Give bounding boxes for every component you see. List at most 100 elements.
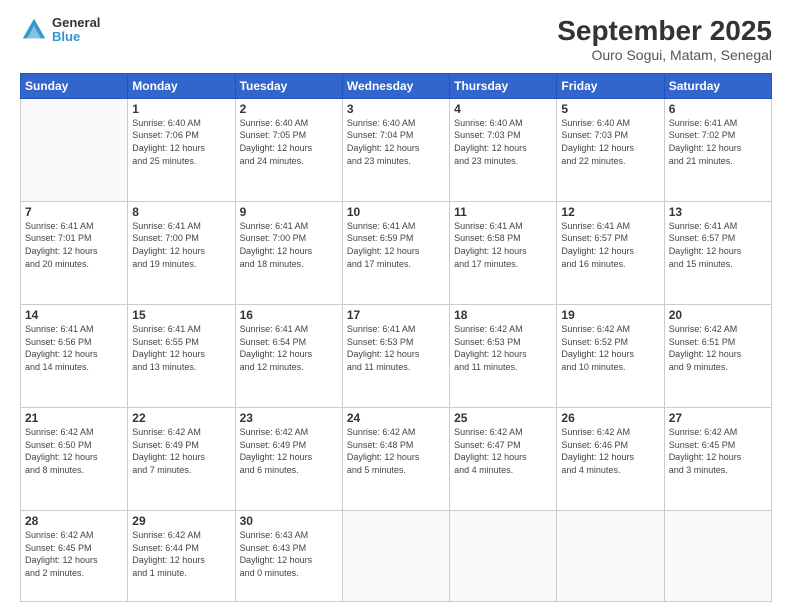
- day-number: 1: [132, 102, 230, 116]
- calendar-cell: 26Sunrise: 6:42 AM Sunset: 6:46 PM Dayli…: [557, 407, 664, 510]
- day-info: Sunrise: 6:41 AM Sunset: 7:02 PM Dayligh…: [669, 117, 767, 167]
- calendar-cell: 15Sunrise: 6:41 AM Sunset: 6:55 PM Dayli…: [128, 304, 235, 407]
- day-number: 4: [454, 102, 552, 116]
- day-number: 26: [561, 411, 659, 425]
- week-row-0: 1Sunrise: 6:40 AM Sunset: 7:06 PM Daylig…: [21, 98, 772, 201]
- day-info: Sunrise: 6:42 AM Sunset: 6:53 PM Dayligh…: [454, 323, 552, 373]
- day-number: 19: [561, 308, 659, 322]
- day-info: Sunrise: 6:42 AM Sunset: 6:48 PM Dayligh…: [347, 426, 445, 476]
- day-info: Sunrise: 6:41 AM Sunset: 6:58 PM Dayligh…: [454, 220, 552, 270]
- calendar-header: SundayMondayTuesdayWednesdayThursdayFrid…: [21, 73, 772, 98]
- calendar-cell: 6Sunrise: 6:41 AM Sunset: 7:02 PM Daylig…: [664, 98, 771, 201]
- calendar-cell: [557, 511, 664, 602]
- calendar-cell: 3Sunrise: 6:40 AM Sunset: 7:04 PM Daylig…: [342, 98, 449, 201]
- logo-line2: Blue: [52, 30, 100, 44]
- header: General Blue September 2025 Ouro Sogui, …: [20, 16, 772, 63]
- calendar-cell: 8Sunrise: 6:41 AM Sunset: 7:00 PM Daylig…: [128, 201, 235, 304]
- day-info: Sunrise: 6:41 AM Sunset: 6:53 PM Dayligh…: [347, 323, 445, 373]
- day-header-friday: Friday: [557, 73, 664, 98]
- calendar-cell: 13Sunrise: 6:41 AM Sunset: 6:57 PM Dayli…: [664, 201, 771, 304]
- day-number: 29: [132, 514, 230, 528]
- calendar-cell: 29Sunrise: 6:42 AM Sunset: 6:44 PM Dayli…: [128, 511, 235, 602]
- calendar-table: SundayMondayTuesdayWednesdayThursdayFrid…: [20, 73, 772, 602]
- day-number: 7: [25, 205, 123, 219]
- day-info: Sunrise: 6:42 AM Sunset: 6:45 PM Dayligh…: [25, 529, 123, 579]
- day-number: 15: [132, 308, 230, 322]
- day-info: Sunrise: 6:40 AM Sunset: 7:03 PM Dayligh…: [454, 117, 552, 167]
- day-header-tuesday: Tuesday: [235, 73, 342, 98]
- day-info: Sunrise: 6:41 AM Sunset: 6:56 PM Dayligh…: [25, 323, 123, 373]
- day-info: Sunrise: 6:40 AM Sunset: 7:04 PM Dayligh…: [347, 117, 445, 167]
- calendar-cell: 12Sunrise: 6:41 AM Sunset: 6:57 PM Dayli…: [557, 201, 664, 304]
- calendar-cell: 2Sunrise: 6:40 AM Sunset: 7:05 PM Daylig…: [235, 98, 342, 201]
- week-row-3: 21Sunrise: 6:42 AM Sunset: 6:50 PM Dayli…: [21, 407, 772, 510]
- day-info: Sunrise: 6:43 AM Sunset: 6:43 PM Dayligh…: [240, 529, 338, 579]
- day-number: 22: [132, 411, 230, 425]
- calendar-cell: 20Sunrise: 6:42 AM Sunset: 6:51 PM Dayli…: [664, 304, 771, 407]
- calendar-cell: [342, 511, 449, 602]
- week-row-2: 14Sunrise: 6:41 AM Sunset: 6:56 PM Dayli…: [21, 304, 772, 407]
- logo-text: General Blue: [52, 16, 100, 45]
- day-number: 5: [561, 102, 659, 116]
- calendar-cell: 5Sunrise: 6:40 AM Sunset: 7:03 PM Daylig…: [557, 98, 664, 201]
- day-info: Sunrise: 6:40 AM Sunset: 7:03 PM Dayligh…: [561, 117, 659, 167]
- day-info: Sunrise: 6:42 AM Sunset: 6:50 PM Dayligh…: [25, 426, 123, 476]
- logo-icon: [20, 16, 48, 44]
- title-block: September 2025 Ouro Sogui, Matam, Senega…: [557, 16, 772, 63]
- calendar-cell: [450, 511, 557, 602]
- day-info: Sunrise: 6:42 AM Sunset: 6:44 PM Dayligh…: [132, 529, 230, 579]
- day-info: Sunrise: 6:41 AM Sunset: 6:57 PM Dayligh…: [669, 220, 767, 270]
- day-header-sunday: Sunday: [21, 73, 128, 98]
- logo-line1: General: [52, 16, 100, 30]
- day-info: Sunrise: 6:42 AM Sunset: 6:45 PM Dayligh…: [669, 426, 767, 476]
- day-number: 16: [240, 308, 338, 322]
- page-subtitle: Ouro Sogui, Matam, Senegal: [557, 47, 772, 63]
- day-info: Sunrise: 6:40 AM Sunset: 7:06 PM Dayligh…: [132, 117, 230, 167]
- day-info: Sunrise: 6:41 AM Sunset: 7:00 PM Dayligh…: [132, 220, 230, 270]
- calendar-cell: 9Sunrise: 6:41 AM Sunset: 7:00 PM Daylig…: [235, 201, 342, 304]
- page-title: September 2025: [557, 16, 772, 47]
- day-info: Sunrise: 6:41 AM Sunset: 6:54 PM Dayligh…: [240, 323, 338, 373]
- calendar-cell: 30Sunrise: 6:43 AM Sunset: 6:43 PM Dayli…: [235, 511, 342, 602]
- calendar-cell: 16Sunrise: 6:41 AM Sunset: 6:54 PM Dayli…: [235, 304, 342, 407]
- day-number: 24: [347, 411, 445, 425]
- week-row-1: 7Sunrise: 6:41 AM Sunset: 7:01 PM Daylig…: [21, 201, 772, 304]
- day-number: 10: [347, 205, 445, 219]
- day-header-wednesday: Wednesday: [342, 73, 449, 98]
- day-number: 28: [25, 514, 123, 528]
- day-number: 3: [347, 102, 445, 116]
- day-info: Sunrise: 6:41 AM Sunset: 6:57 PM Dayligh…: [561, 220, 659, 270]
- week-row-4: 28Sunrise: 6:42 AM Sunset: 6:45 PM Dayli…: [21, 511, 772, 602]
- calendar-cell: 1Sunrise: 6:40 AM Sunset: 7:06 PM Daylig…: [128, 98, 235, 201]
- day-number: 9: [240, 205, 338, 219]
- day-number: 6: [669, 102, 767, 116]
- day-number: 25: [454, 411, 552, 425]
- day-number: 30: [240, 514, 338, 528]
- day-header-saturday: Saturday: [664, 73, 771, 98]
- calendar-cell: 23Sunrise: 6:42 AM Sunset: 6:49 PM Dayli…: [235, 407, 342, 510]
- calendar-cell: 11Sunrise: 6:41 AM Sunset: 6:58 PM Dayli…: [450, 201, 557, 304]
- day-number: 12: [561, 205, 659, 219]
- calendar-body: 1Sunrise: 6:40 AM Sunset: 7:06 PM Daylig…: [21, 98, 772, 601]
- day-info: Sunrise: 6:41 AM Sunset: 7:01 PM Dayligh…: [25, 220, 123, 270]
- calendar-cell: 27Sunrise: 6:42 AM Sunset: 6:45 PM Dayli…: [664, 407, 771, 510]
- day-number: 14: [25, 308, 123, 322]
- calendar-cell: 17Sunrise: 6:41 AM Sunset: 6:53 PM Dayli…: [342, 304, 449, 407]
- calendar-cell: 18Sunrise: 6:42 AM Sunset: 6:53 PM Dayli…: [450, 304, 557, 407]
- calendar-cell: [664, 511, 771, 602]
- logo: General Blue: [20, 16, 100, 45]
- day-number: 13: [669, 205, 767, 219]
- day-info: Sunrise: 6:42 AM Sunset: 6:49 PM Dayligh…: [240, 426, 338, 476]
- day-number: 27: [669, 411, 767, 425]
- day-info: Sunrise: 6:42 AM Sunset: 6:51 PM Dayligh…: [669, 323, 767, 373]
- calendar-cell: 21Sunrise: 6:42 AM Sunset: 6:50 PM Dayli…: [21, 407, 128, 510]
- day-info: Sunrise: 6:40 AM Sunset: 7:05 PM Dayligh…: [240, 117, 338, 167]
- day-info: Sunrise: 6:42 AM Sunset: 6:46 PM Dayligh…: [561, 426, 659, 476]
- calendar-cell: 22Sunrise: 6:42 AM Sunset: 6:49 PM Dayli…: [128, 407, 235, 510]
- day-number: 18: [454, 308, 552, 322]
- calendar-cell: 24Sunrise: 6:42 AM Sunset: 6:48 PM Dayli…: [342, 407, 449, 510]
- calendar-cell: 14Sunrise: 6:41 AM Sunset: 6:56 PM Dayli…: [21, 304, 128, 407]
- day-header-monday: Monday: [128, 73, 235, 98]
- day-header-thursday: Thursday: [450, 73, 557, 98]
- day-info: Sunrise: 6:41 AM Sunset: 6:55 PM Dayligh…: [132, 323, 230, 373]
